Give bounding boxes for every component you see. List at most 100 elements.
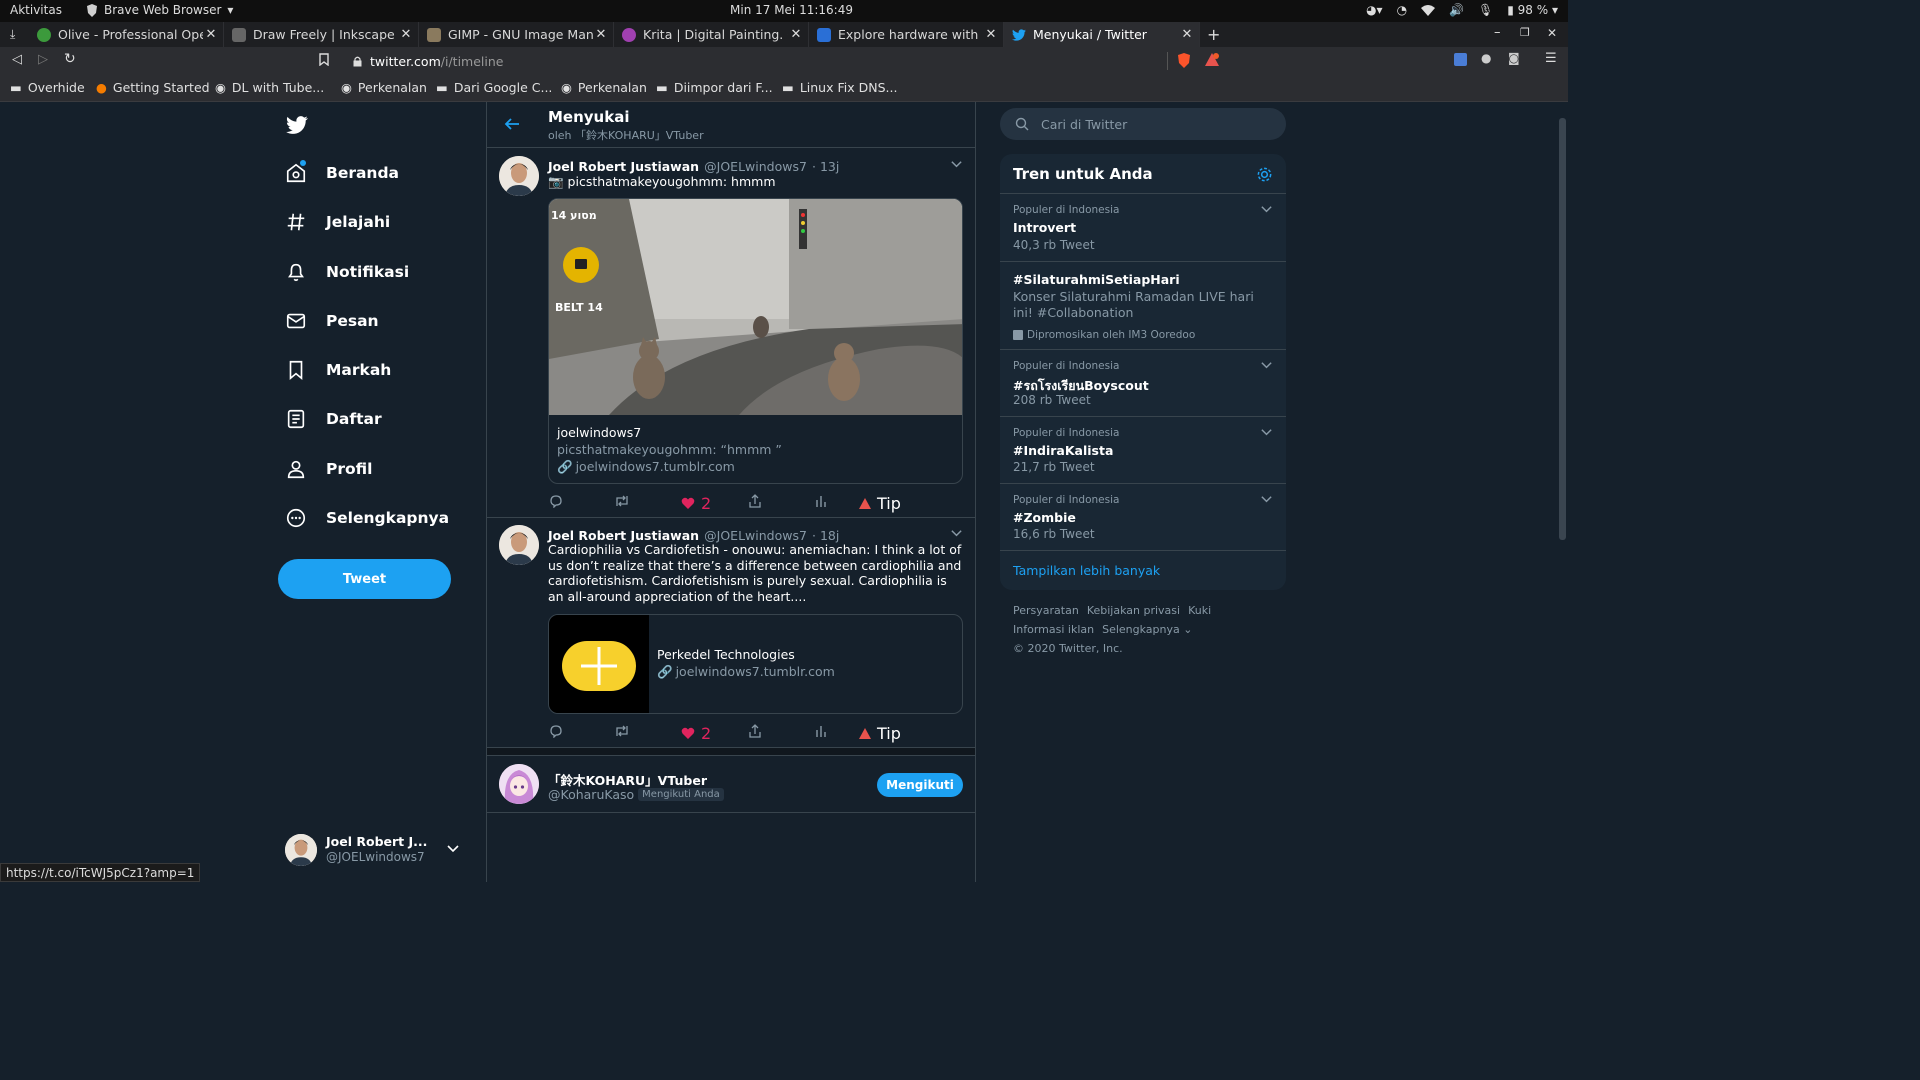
address-bar[interactable]: twitter.com/i/timeline [345,50,1230,72]
retweet-button[interactable] [614,494,630,508]
brave-rewards-icon[interactable] [1205,53,1219,66]
bookmark-folder-firefox[interactable]: ▬ Diimpor dari F... [656,80,773,95]
tab-inkscape[interactable]: Draw Freely | Inkscape ✕ [224,22,419,47]
nav-jelajahi[interactable]: Jelajahi [285,211,390,233]
back-icon[interactable]: ◁ [12,52,22,67]
tweet-avatar[interactable] [499,156,539,196]
chevron-down-icon[interactable] [1260,203,1274,217]
footer-more-link[interactable]: Selengkapnya ⌄ [1102,623,1192,636]
analytics-button[interactable] [815,494,827,508]
share-button[interactable] [748,494,762,508]
like-button[interactable]: 2 [681,724,711,743]
tweet-author-name[interactable]: Joel Robert Justiawan [548,528,699,543]
reply-button[interactable] [549,724,563,738]
tab-platformio[interactable]: Explore hardware with Pla ✕ [809,22,1004,47]
tab-twitter[interactable]: Menyukai / Twitter ✕ [1004,22,1200,47]
app-menu[interactable]: Brave Web Browser ▾ [86,3,233,17]
chevron-down-icon[interactable] [1260,426,1274,440]
close-tab-icon[interactable]: ✕ [1179,27,1195,42]
retweet-button[interactable] [614,724,630,738]
tweet[interactable]: Joel Robert Justiawan @JOELwindows7 · 13… [487,148,975,518]
bookmark-dl-with-tube[interactable]: ◉ DL with Tube... [215,80,324,95]
trend-item[interactable]: Populer di Indonesia #รถโรงเรียนBoyscout… [1000,349,1286,416]
bookmark-perkenalan-2[interactable]: ◉ Perkenalan [561,80,647,95]
nav-daftar[interactable]: Daftar [285,408,382,430]
tweet-timestamp[interactable]: · 13j [812,159,839,174]
share-button[interactable] [748,724,762,738]
close-tab-icon[interactable]: ✕ [593,27,609,42]
brave-tip-button[interactable]: Tip [859,494,901,513]
extension-icon[interactable] [1454,53,1467,66]
download-icon[interactable]: ⤓ [10,27,15,42]
promoted-trend-item[interactable]: #SilaturahmiSetiapHari Konser Silaturahm… [1000,261,1286,349]
tweet[interactable]: Joel Robert Justiawan @JOELwindows7 · 18… [487,518,975,748]
system-tray[interactable]: ◕▾ ◔ 🔊 🎙 ▮ 98 % ▾ [1366,3,1558,17]
trend-item[interactable]: Populer di Indonesia Introvert 40,3 rb T… [1000,193,1286,261]
tab-gimp[interactable]: GIMP - GNU Image Manipul ✕ [419,22,614,47]
nav-markah[interactable]: Markah [285,359,391,381]
trend-item[interactable]: Populer di Indonesia #IndiraKalista 21,7… [1000,416,1286,483]
user-avatar[interactable] [499,764,539,804]
tab-olive[interactable]: Olive - Professional Open-S ✕ [29,22,224,47]
brave-tip-button[interactable]: Tip [859,724,901,743]
close-tab-icon[interactable]: ✕ [983,27,999,42]
bookmark-folder-google[interactable]: ▬ Dari Google C... [436,80,552,95]
hamburger-menu-icon[interactable]: ☰ [1545,51,1557,66]
forward-icon[interactable]: ▷ [38,52,48,67]
tab-krita[interactable]: Krita | Digital Painting. Cre ✕ [614,22,809,47]
activities-button[interactable]: Aktivitas [10,3,62,17]
twitter-logo-icon[interactable] [285,114,309,136]
back-arrow-icon[interactable] [504,116,520,132]
settings-gear-icon[interactable] [1256,166,1273,183]
chevron-down-icon[interactable] [1260,359,1274,373]
bookmark-folder-linux-dns[interactable]: ▬ Linux Fix DNS... [782,80,897,95]
close-tab-icon[interactable]: ✕ [398,27,414,42]
chevron-down-icon[interactable] [1260,493,1274,507]
user-cell[interactable]: 「鈴木KOHARU」VTuber @KoharuKaso Mengikuti A… [487,756,975,813]
page-scrollbar-thumb[interactable] [1559,118,1566,540]
footer-cookies-link[interactable]: Kuki [1188,604,1211,617]
analytics-button[interactable] [815,724,827,738]
user-handle[interactable]: @KoharuKaso [548,787,634,802]
following-button[interactable]: Mengikuti [877,773,963,797]
link-card[interactable]: 14 מסוע BELT 14 joelwindows7 picsthatmak… [548,198,963,484]
emoji-indicator-icon[interactable]: ◕▾ [1366,3,1383,17]
show-more-link[interactable]: Tampilkan lebih banyak [1013,563,1160,578]
bookmark-page-icon[interactable] [319,53,329,66]
extension-github-icon[interactable]: ● [1481,51,1491,65]
reply-button[interactable] [549,494,563,508]
link-card[interactable]: Perkedel Technologies 🔗 joelwindows7.tum… [548,614,963,714]
bookmark-perkenalan[interactable]: ◉ Perkenalan [341,80,427,95]
bookmark-getting-started[interactable]: ● Getting Started [96,80,210,95]
like-button[interactable]: 2 [681,494,711,513]
tweet-menu-chevron-icon[interactable] [950,158,963,171]
nav-profil[interactable]: Profil [285,458,372,480]
tweet-author-name[interactable]: Joel Robert Justiawan [548,159,699,174]
minimize-icon[interactable]: – [1494,25,1501,40]
close-tab-icon[interactable]: ✕ [788,27,804,42]
tweet-author-handle[interactable]: @JOELwindows7 [704,159,807,174]
brave-shields-icon[interactable] [1177,53,1191,68]
new-tab-plus-icon[interactable]: + [1207,25,1220,44]
nav-beranda[interactable]: Beranda [285,160,399,184]
footer-ads-info-link[interactable]: Informasi iklan [1013,623,1094,636]
footer-terms-link[interactable]: Persyaratan [1013,604,1079,617]
nav-notifikasi[interactable]: Notifikasi [285,261,409,283]
nav-selengkapnya[interactable]: Selengkapnya [285,507,449,529]
clock[interactable]: Min 17 Mei 11:16:49 [730,3,853,17]
extension-shield-icon[interactable]: ◙ [1508,51,1520,65]
tweet-timestamp[interactable]: · 18j [812,528,839,543]
tweet-author-handle[interactable]: @JOELwindows7 [704,528,807,543]
close-window-icon[interactable]: ✕ [1547,26,1557,40]
close-tab-icon[interactable]: ✕ [203,27,219,42]
tweet-avatar[interactable] [499,525,539,565]
account-switcher[interactable]: Joel Robert J... @JOELwindows7 [285,832,465,868]
bookmark-folder-overhide[interactable]: ▬ Overhide [10,80,85,95]
trend-item[interactable]: Populer di Indonesia #Zombie 16,6 rb Twe… [1000,483,1286,550]
nav-pesan[interactable]: Pesan [285,310,379,332]
search-input[interactable]: Cari di Twitter [1000,108,1286,140]
tweet-button[interactable]: Tweet [278,559,451,599]
tweet-menu-chevron-icon[interactable] [950,527,963,540]
footer-privacy-link[interactable]: Kebijakan privasi [1087,604,1180,617]
restore-icon[interactable]: ❐ [1520,26,1530,39]
